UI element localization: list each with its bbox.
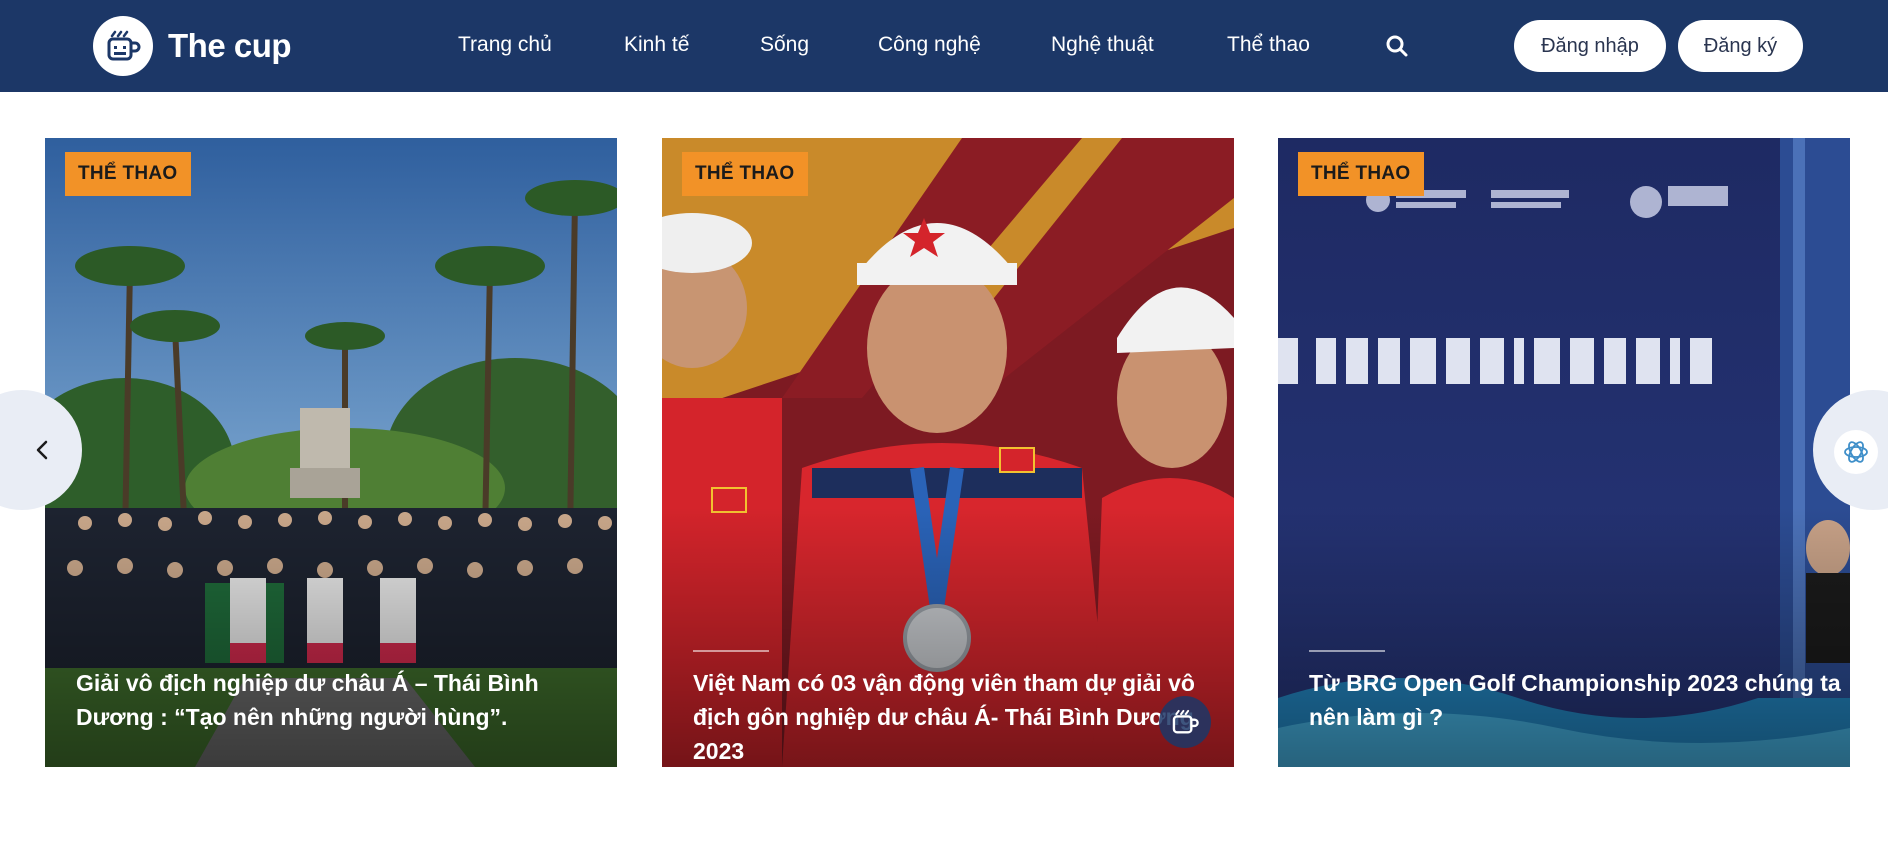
brand-name: The cup bbox=[168, 27, 292, 64]
article-title[interactable]: Việt Nam có 03 vận động viên tham dự giả… bbox=[693, 666, 1233, 767]
search-icon[interactable] bbox=[1385, 34, 1409, 58]
cup-icon bbox=[93, 16, 153, 76]
category-tag[interactable]: THỂ THAO bbox=[1298, 152, 1424, 196]
nav-item-economy[interactable]: Kinh tế bbox=[624, 33, 689, 57]
title-divider bbox=[1309, 650, 1385, 652]
article-title[interactable]: Giải vô địch nghiệp dư châu Á – Thái Bìn… bbox=[76, 666, 616, 734]
nav-item-home[interactable]: Trang chủ bbox=[458, 33, 552, 57]
category-tag[interactable]: THỂ THAO bbox=[682, 152, 808, 196]
nav-item-art[interactable]: Nghệ thuật bbox=[1051, 33, 1154, 57]
register-button[interactable]: Đăng ký bbox=[1678, 20, 1803, 72]
article-title[interactable]: Từ BRG Open Golf Championship 2023 chúng… bbox=[1309, 666, 1849, 734]
site-header: The cup Trang chủ Kinh tế Sống Công nghệ… bbox=[0, 0, 1888, 92]
nav-item-living[interactable]: Sống bbox=[760, 33, 809, 57]
title-divider bbox=[693, 650, 769, 652]
nav-item-technology[interactable]: Công nghệ bbox=[878, 33, 981, 57]
category-tag[interactable]: THỂ THAO bbox=[65, 152, 191, 196]
brand-logo[interactable]: The cup bbox=[93, 16, 292, 76]
openai-icon[interactable] bbox=[1834, 430, 1878, 474]
article-card[interactable]: THỂ THAO Từ BRG Open Golf Championship 2… bbox=[1278, 138, 1850, 767]
cup-icon bbox=[1159, 696, 1211, 748]
chevron-left-icon bbox=[36, 440, 48, 460]
login-button[interactable]: Đăng nhập bbox=[1514, 20, 1666, 72]
article-card[interactable]: THỂ THAO Giải vô địch nghiệp dư châu Á –… bbox=[45, 138, 617, 767]
article-card[interactable]: THỂ THAO Việt Nam có 03 vận động viên th… bbox=[662, 138, 1234, 767]
nav-item-sports[interactable]: Thể thao bbox=[1227, 33, 1310, 57]
